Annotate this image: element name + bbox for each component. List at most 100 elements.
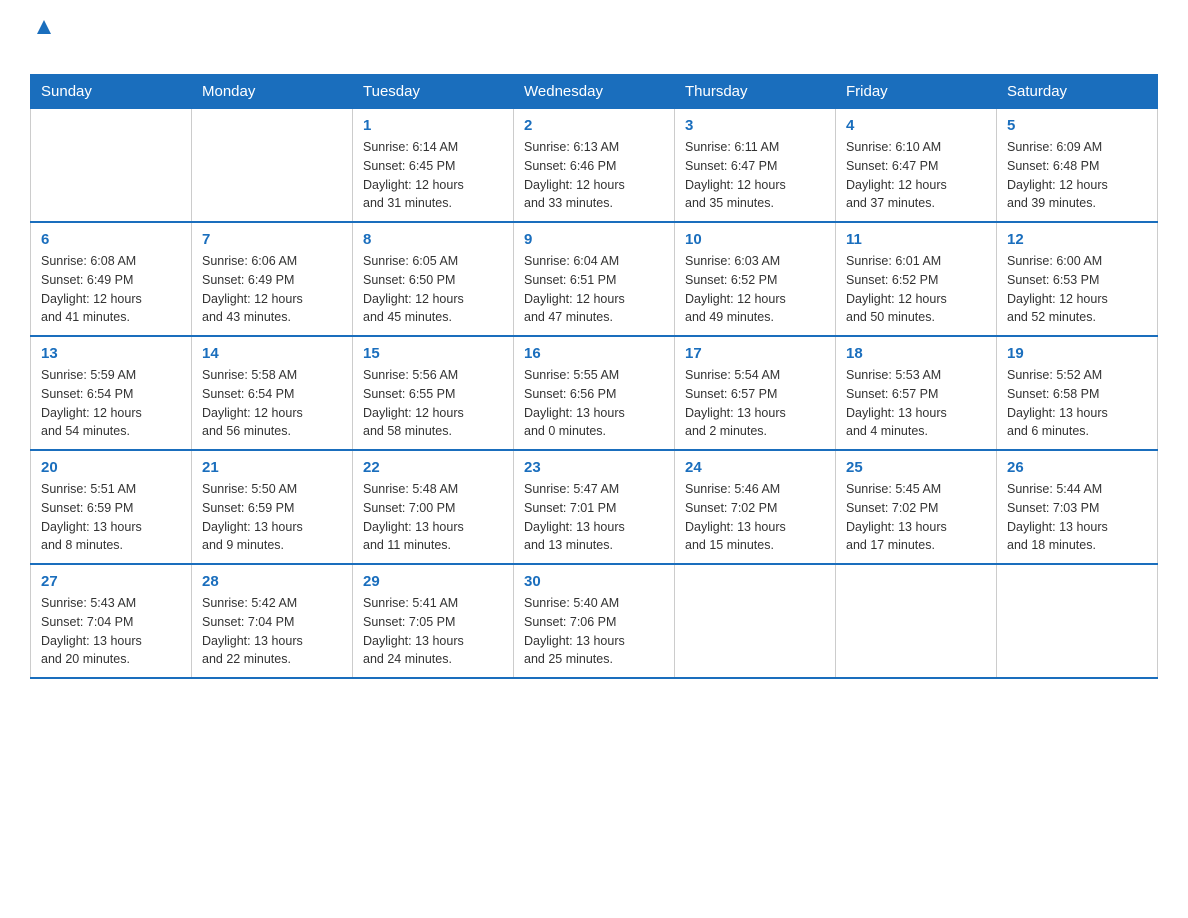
calendar-cell: 27 Sunrise: 5:43 AM Sunset: 7:04 PM Dayli… [31,564,192,678]
day-info: Sunrise: 6:13 AM Sunset: 6:46 PM Dayligh… [524,138,664,213]
day-number: 24 [685,459,825,476]
calendar-cell: 10 Sunrise: 6:03 AM Sunset: 6:52 PM Dayli… [675,222,836,336]
day-number: 5 [1007,117,1147,134]
calendar-cell: 11Sunrise: 6:01 AM Sunset: 6:52 PM Dayli… [836,222,997,336]
day-number: 7 [202,231,342,248]
calendar-cell: 23 Sunrise: 5:47 AM Sunset: 7:01 PM Dayli… [514,450,675,564]
day-info: Sunrise: 6:03 AM Sunset: 6:52 PM Dayligh… [685,252,825,327]
day-number: 11 [846,231,986,248]
weekday-header-sunday: Sunday [31,75,192,109]
day-number: 15 [363,345,503,362]
day-number: 26 [1007,459,1147,476]
day-number: 6 [41,231,181,248]
calendar-cell: 13 Sunrise: 5:59 AM Sunset: 6:54 PM Dayli… [31,336,192,450]
day-info: Sunrise: 5:58 AM Sunset: 6:54 PM Dayligh… [202,366,342,441]
day-number: 14 [202,345,342,362]
calendar-cell: 21 Sunrise: 5:50 AM Sunset: 6:59 PM Dayli… [192,450,353,564]
day-info: Sunrise: 5:50 AM Sunset: 6:59 PM Dayligh… [202,480,342,555]
calendar-week-row: 1Sunrise: 6:14 AM Sunset: 6:45 PM Daylig… [31,109,1158,223]
calendar-header-row: SundayMondayTuesdayWednesdayThursdayFrid… [31,75,1158,109]
logo-arrow-icon [33,16,55,38]
day-info: Sunrise: 6:04 AM Sunset: 6:51 PM Dayligh… [524,252,664,327]
calendar-week-row: 27 Sunrise: 5:43 AM Sunset: 7:04 PM Dayli… [31,564,1158,678]
day-info: Sunrise: 5:40 AM Sunset: 7:06 PM Dayligh… [524,594,664,669]
calendar-cell: 15Sunrise: 5:56 AM Sunset: 6:55 PM Dayli… [353,336,514,450]
calendar-cell: 8Sunrise: 6:05 AM Sunset: 6:50 PM Daylig… [353,222,514,336]
day-info: Sunrise: 6:10 AM Sunset: 6:47 PM Dayligh… [846,138,986,213]
calendar-cell: 19 Sunrise: 5:52 AM Sunset: 6:58 PM Dayli… [997,336,1158,450]
calendar-cell: 5 Sunrise: 6:09 AM Sunset: 6:48 PM Daylig… [997,109,1158,223]
day-number: 2 [524,117,664,134]
calendar-cell [192,109,353,223]
calendar-cell: 14 Sunrise: 5:58 AM Sunset: 6:54 PM Dayli… [192,336,353,450]
day-number: 23 [524,459,664,476]
day-info: Sunrise: 5:48 AM Sunset: 7:00 PM Dayligh… [363,480,503,555]
day-info: Sunrise: 5:51 AM Sunset: 6:59 PM Dayligh… [41,480,181,555]
calendar-cell: 4 Sunrise: 6:10 AM Sunset: 6:47 PM Daylig… [836,109,997,223]
day-number: 25 [846,459,986,476]
calendar-cell: 17 Sunrise: 5:54 AM Sunset: 6:57 PM Dayli… [675,336,836,450]
day-info: Sunrise: 5:47 AM Sunset: 7:01 PM Dayligh… [524,480,664,555]
day-number: 22 [363,459,503,476]
day-info: Sunrise: 5:46 AM Sunset: 7:02 PM Dayligh… [685,480,825,555]
day-number: 18 [846,345,986,362]
day-info: Sunrise: 5:43 AM Sunset: 7:04 PM Dayligh… [41,594,181,669]
page-header [30,20,1158,64]
calendar-cell: 20Sunrise: 5:51 AM Sunset: 6:59 PM Dayli… [31,450,192,564]
day-number: 17 [685,345,825,362]
day-info: Sunrise: 5:55 AM Sunset: 6:56 PM Dayligh… [524,366,664,441]
calendar-cell: 28Sunrise: 5:42 AM Sunset: 7:04 PM Dayli… [192,564,353,678]
calendar-cell [836,564,997,678]
day-info: Sunrise: 6:11 AM Sunset: 6:47 PM Dayligh… [685,138,825,213]
calendar-cell: 7 Sunrise: 6:06 AM Sunset: 6:49 PM Daylig… [192,222,353,336]
day-info: Sunrise: 5:45 AM Sunset: 7:02 PM Dayligh… [846,480,986,555]
day-info: Sunrise: 6:06 AM Sunset: 6:49 PM Dayligh… [202,252,342,327]
day-info: Sunrise: 5:42 AM Sunset: 7:04 PM Dayligh… [202,594,342,669]
calendar-cell: 2 Sunrise: 6:13 AM Sunset: 6:46 PM Daylig… [514,109,675,223]
day-info: Sunrise: 6:00 AM Sunset: 6:53 PM Dayligh… [1007,252,1147,327]
day-number: 10 [685,231,825,248]
day-number: 4 [846,117,986,134]
day-number: 29 [363,573,503,590]
calendar-cell: 26 Sunrise: 5:44 AM Sunset: 7:03 PM Dayli… [997,450,1158,564]
weekday-header-saturday: Saturday [997,75,1158,109]
calendar-cell: 3 Sunrise: 6:11 AM Sunset: 6:47 PM Daylig… [675,109,836,223]
day-info: Sunrise: 6:09 AM Sunset: 6:48 PM Dayligh… [1007,138,1147,213]
calendar-week-row: 13 Sunrise: 5:59 AM Sunset: 6:54 PM Dayli… [31,336,1158,450]
day-number: 16 [524,345,664,362]
day-info: Sunrise: 6:08 AM Sunset: 6:49 PM Dayligh… [41,252,181,327]
day-number: 21 [202,459,342,476]
calendar-cell: 25 Sunrise: 5:45 AM Sunset: 7:02 PM Dayli… [836,450,997,564]
calendar-table: SundayMondayTuesdayWednesdayThursdayFrid… [30,74,1158,679]
weekday-header-tuesday: Tuesday [353,75,514,109]
day-number: 1 [363,117,503,134]
calendar-cell: 1Sunrise: 6:14 AM Sunset: 6:45 PM Daylig… [353,109,514,223]
calendar-cell: 6 Sunrise: 6:08 AM Sunset: 6:49 PM Daylig… [31,222,192,336]
calendar-week-row: 20Sunrise: 5:51 AM Sunset: 6:59 PM Dayli… [31,450,1158,564]
day-number: 3 [685,117,825,134]
weekday-header-wednesday: Wednesday [514,75,675,109]
day-number: 12 [1007,231,1147,248]
calendar-cell: 16 Sunrise: 5:55 AM Sunset: 6:56 PM Dayli… [514,336,675,450]
weekday-header-monday: Monday [192,75,353,109]
calendar-cell [675,564,836,678]
calendar-cell: 29 Sunrise: 5:41 AM Sunset: 7:05 PM Dayli… [353,564,514,678]
day-number: 9 [524,231,664,248]
weekday-header-thursday: Thursday [675,75,836,109]
day-info: Sunrise: 5:52 AM Sunset: 6:58 PM Dayligh… [1007,366,1147,441]
day-info: Sunrise: 5:41 AM Sunset: 7:05 PM Dayligh… [363,594,503,669]
calendar-cell: 12 Sunrise: 6:00 AM Sunset: 6:53 PM Dayli… [997,222,1158,336]
day-info: Sunrise: 5:54 AM Sunset: 6:57 PM Dayligh… [685,366,825,441]
day-number: 19 [1007,345,1147,362]
day-number: 27 [41,573,181,590]
calendar-cell: 9 Sunrise: 6:04 AM Sunset: 6:51 PM Daylig… [514,222,675,336]
day-info: Sunrise: 5:53 AM Sunset: 6:57 PM Dayligh… [846,366,986,441]
calendar-cell: 18 Sunrise: 5:53 AM Sunset: 6:57 PM Dayli… [836,336,997,450]
calendar-week-row: 6 Sunrise: 6:08 AM Sunset: 6:49 PM Daylig… [31,222,1158,336]
logo [30,20,55,64]
day-number: 30 [524,573,664,590]
day-number: 13 [41,345,181,362]
day-info: Sunrise: 5:59 AM Sunset: 6:54 PM Dayligh… [41,366,181,441]
day-number: 8 [363,231,503,248]
day-info: Sunrise: 5:44 AM Sunset: 7:03 PM Dayligh… [1007,480,1147,555]
